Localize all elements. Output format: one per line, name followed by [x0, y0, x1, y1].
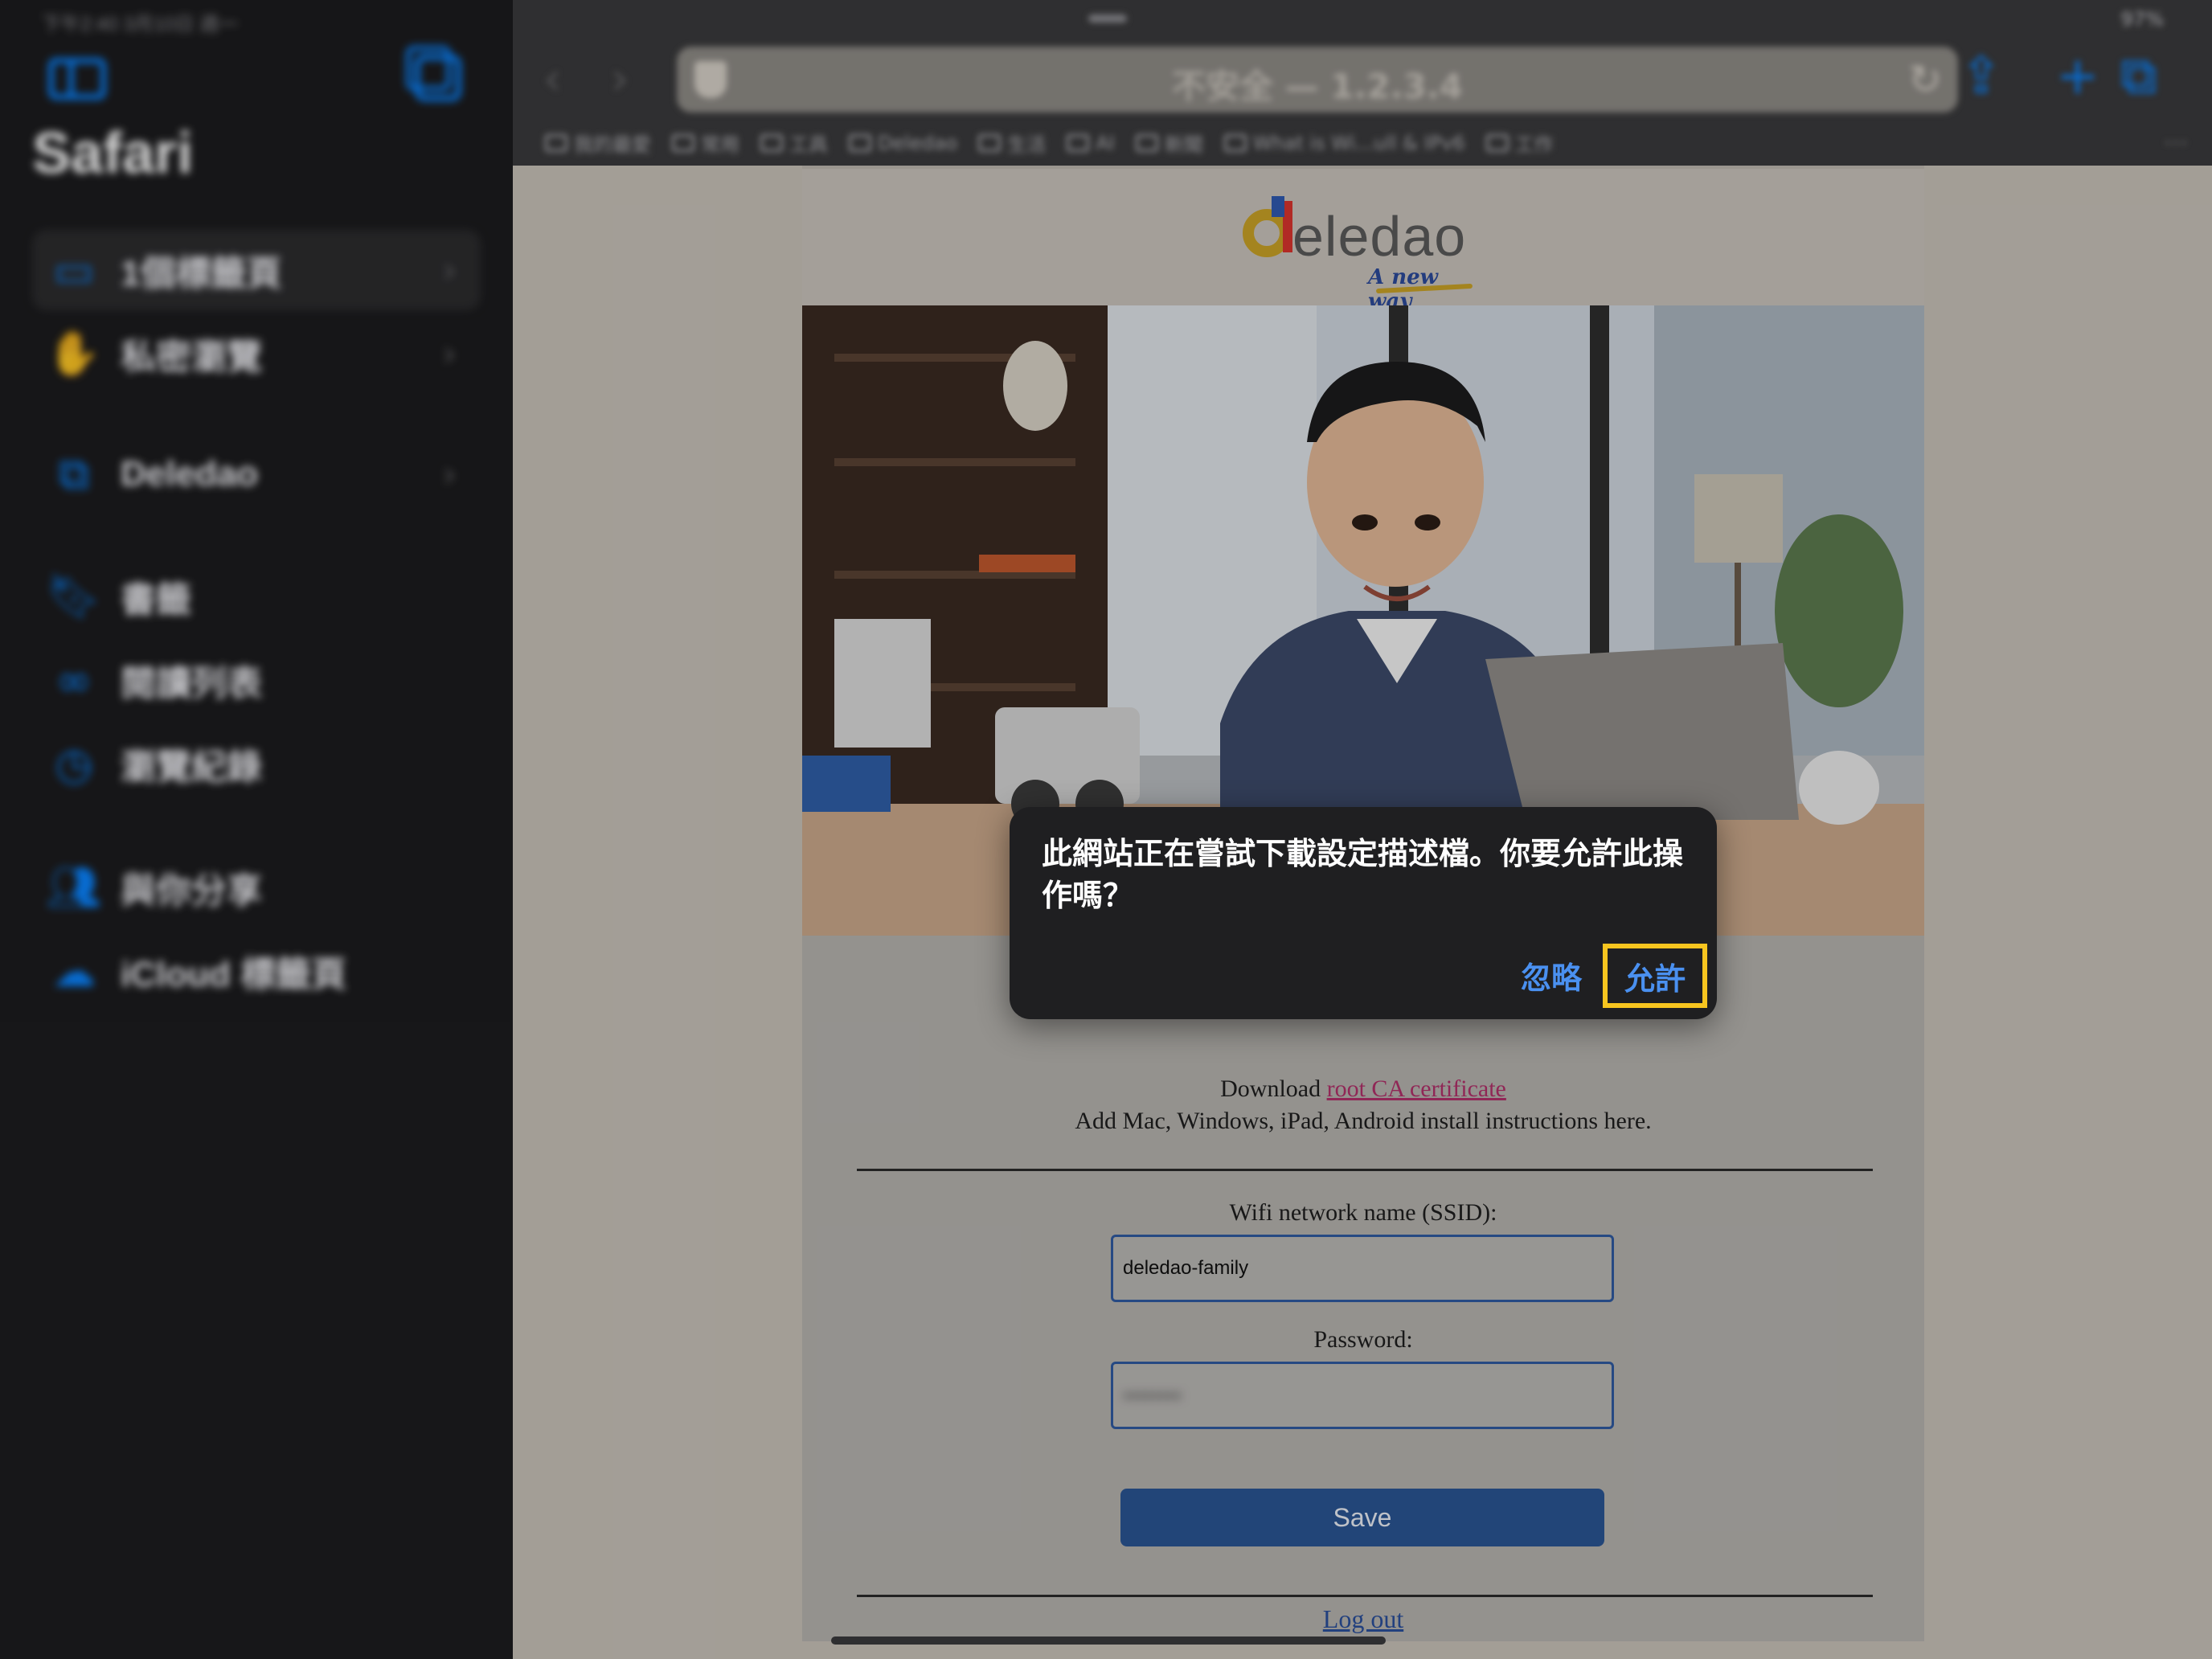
password-input[interactable]: •••••••• — [1111, 1362, 1614, 1429]
sidebar-item-reading-list[interactable]: ∞ 閱讀列表 — [32, 640, 481, 720]
favorites-bar-label: 生活 — [1007, 133, 1047, 156]
divider — [802, 166, 1924, 169]
multitasking-grabber[interactable] — [1088, 14, 1127, 23]
favorites-bar-item[interactable]: Deledao — [849, 129, 957, 157]
safari-sidebar: 下午2:40 3月10日 週一 Safari ▭ 1個標籤頁 › ✋ 私密瀏覽 … — [0, 0, 513, 1659]
sidebar-item-private[interactable]: ✋ 私密瀏覽 › — [32, 313, 481, 394]
favorites-bar-label: 新聞 — [1164, 133, 1203, 156]
ssid-input[interactable]: deledao-family — [1111, 1235, 1614, 1302]
logo-mark-accent — [1272, 196, 1284, 217]
url-text: 不安全 — 1.2.3.4 — [1171, 67, 1463, 106]
divider — [857, 1169, 1873, 1171]
favorites-bar-label: 工具 — [789, 133, 828, 156]
install-instructions: Add Mac, Windows, iPad, Android install … — [1075, 1108, 1652, 1134]
forward-icon[interactable]: › — [611, 53, 629, 105]
browser-toolbar: 97% ‹ › 不安全 — 1.2.3.4 ↻ ⇪ + ⧉ 我的最愛 常用 工具… — [513, 0, 2212, 166]
favorites-bar-item[interactable]: What is Wi...ull & IPv6 — [1223, 129, 1465, 157]
favorites-bar-label: What is Wi...ull & IPv6 — [1252, 131, 1465, 154]
hand-icon: ✋ — [47, 328, 101, 379]
ssid-value: deledao-family — [1123, 1257, 1249, 1279]
download-prefix: Download — [1220, 1075, 1321, 1102]
folder-icon — [672, 133, 694, 152]
sidebar-item-label: 私密瀏覽 — [121, 338, 262, 377]
cloud-icon: ☁ — [52, 945, 96, 997]
folder-icon — [978, 133, 1002, 152]
tab-overview-icon[interactable] — [406, 46, 461, 101]
logout-link[interactable]: Log out — [802, 1604, 1924, 1634]
status-bar-time: 下午2:40 3月10日 週一 — [42, 14, 239, 35]
favorites-bar-item[interactable]: 我的最愛 — [545, 129, 651, 157]
clock-icon: ◷ — [55, 738, 93, 789]
reload-icon[interactable]: ↻ — [1908, 56, 1942, 103]
sidebar-item-shared[interactable]: 👥︎ 與你分享 — [32, 847, 481, 928]
favorites-bar-item[interactable]: 常用 — [672, 129, 739, 157]
folder-icon — [849, 133, 871, 152]
favorites-bar-item[interactable]: 新聞 — [1135, 129, 1203, 157]
tab-icon: ▭ — [53, 244, 95, 296]
logo-text: eledao — [1292, 205, 1467, 268]
folder-icon — [760, 133, 783, 152]
favorites-bar-item[interactable]: 生活 — [978, 129, 1046, 157]
divider — [857, 1595, 1873, 1597]
sidebar-item-label: 1個標籤頁 — [121, 254, 282, 293]
download-line: Download root CA certificate — [802, 1075, 1924, 1103]
sidebar-toggle-icon[interactable] — [48, 58, 106, 100]
favorites-bar-label: Deledao — [878, 131, 958, 154]
sidebar-item-bookmarks[interactable]: 🔖︎ 書籤 — [32, 556, 481, 637]
site-icon — [1485, 133, 1509, 152]
tab-group-icon: ⧉ — [58, 449, 90, 499]
more-icon[interactable]: ⋯ — [2164, 129, 2188, 157]
sidebar-item-label: 與你分享 — [121, 871, 262, 911]
share-icon[interactable]: ⇪ — [1960, 47, 2003, 106]
favorites-bar-item[interactable]: AI — [1067, 129, 1115, 157]
folder-icon — [545, 133, 567, 152]
folder-icon — [1135, 133, 1158, 152]
download-profile-alert: 此網站正在嘗試下載設定描述檔。你要允許此操作嗎？ 忽略 允許 — [1010, 807, 1717, 1019]
alert-message: 此網站正在嘗試下載設定描述檔。你要允許此操作嗎？ — [1042, 836, 1684, 913]
sidebar-item-label: 書籤 — [121, 580, 191, 620]
admin-form: Deledao Wifi Admin Download root CA cert… — [802, 936, 1924, 1641]
sidebar-item-tabs[interactable]: ▭ 1個標籤頁 › — [32, 230, 481, 310]
deledao-logo: eledao A new way — [1236, 196, 1485, 313]
new-tab-icon[interactable]: + — [2056, 47, 2099, 106]
globe-icon — [1223, 133, 1247, 152]
battery-status: 97% — [2120, 8, 2164, 31]
favorites-bar-label: AI — [1096, 131, 1115, 154]
back-icon[interactable]: ‹ — [543, 53, 561, 105]
sidebar-item-icloud[interactable]: ☁ iCloud 標籤頁 — [32, 931, 481, 1011]
ssid-label: Wifi network name (SSID): — [1229, 1199, 1497, 1226]
sidebar-title: Safari — [32, 121, 194, 186]
chevron-right-icon: › — [442, 249, 457, 291]
favorites-bar-item[interactable]: 工作 — [1485, 129, 1554, 157]
sidebar-item-label: iCloud 標籤頁 — [121, 955, 347, 994]
favorites-bar-item[interactable]: 工具 — [760, 129, 828, 157]
address-bar[interactable]: 不安全 — 1.2.3.4 ↻ — [677, 47, 1958, 113]
sidebar-item-history[interactable]: ◷ 瀏覽紀錄 — [32, 723, 481, 804]
favorites-bar-label: 工作 — [1514, 133, 1554, 156]
chevron-right-icon: › — [442, 333, 457, 375]
tabs-icon[interactable]: ⧉ — [2120, 47, 2157, 106]
ignore-button[interactable]: 忽略 — [1521, 953, 1582, 997]
password-label: Password: — [1313, 1326, 1413, 1353]
sidebar-item-label: 瀏覽紀錄 — [121, 748, 262, 787]
sidebar-item-label: 閱讀列表 — [121, 664, 262, 703]
allow-button[interactable]: 允許 — [1603, 944, 1707, 1008]
favorites-bar-label: 我的最愛 — [574, 133, 651, 156]
favorites-bar-label: 常用 — [701, 133, 739, 156]
folder-icon — [1067, 133, 1090, 152]
bookmark-icon: 🔖︎ — [46, 571, 102, 621]
sidebar-item-deledao[interactable]: ⧉ Deledao › — [32, 434, 481, 514]
password-value: •••••••• — [1123, 1382, 1182, 1407]
favorites-bar: 我的最愛 常用 工具 Deledao 生活 AI 新聞 What is Wi..… — [545, 129, 1554, 157]
glasses-icon: ∞ — [55, 654, 92, 706]
shared-icon: 👥︎ — [46, 862, 102, 912]
sidebar-item-label: Deledao — [121, 454, 259, 494]
home-indicator[interactable] — [831, 1636, 1386, 1645]
chevron-right-icon: › — [442, 453, 457, 495]
root-ca-link[interactable]: root CA certificate — [1327, 1075, 1506, 1102]
save-button[interactable]: Save — [1120, 1489, 1604, 1546]
